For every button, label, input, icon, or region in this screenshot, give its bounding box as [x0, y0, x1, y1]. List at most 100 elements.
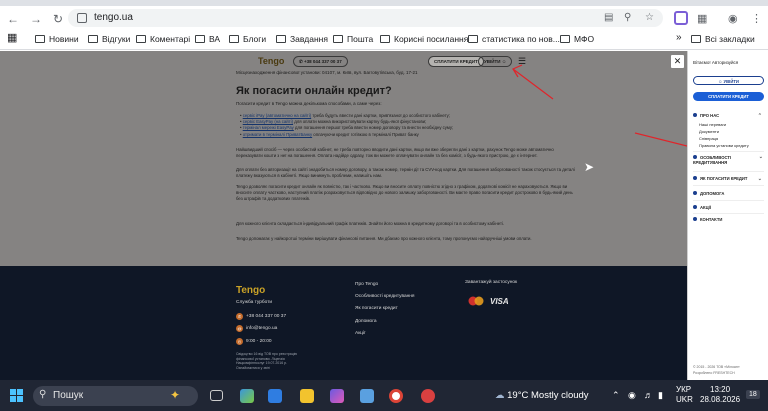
panel-pay-button[interactable]: СПЛАТИТИ КРЕДИТ: [693, 92, 764, 101]
submenu-item[interactable]: Правила установи кредиту: [699, 143, 749, 148]
bookmark-news[interactable]: Новини: [35, 33, 79, 45]
footer-phone[interactable]: +38 044 337 00 37: [246, 314, 286, 319]
zoom-icon[interactable]: ⚲: [624, 12, 631, 23]
files-app-icon[interactable]: [300, 389, 314, 403]
divider: [693, 185, 764, 186]
app-icon[interactable]: [360, 389, 374, 403]
volume-icon[interactable]: ♬: [644, 390, 653, 400]
search-icon: ⚲: [39, 389, 47, 400]
menu-kebab-icon[interactable]: ⋮: [751, 12, 762, 26]
site-logo[interactable]: Tengo: [258, 56, 284, 66]
chevron-down-icon: ⌄: [757, 176, 762, 182]
panel-developer: Розроблено FRESHTECH: [693, 371, 735, 375]
copilot-app-icon[interactable]: [330, 389, 344, 403]
windows-taskbar: ⚲ Пошук ✦ ☁ 19°C Mostly cloudy ⌃ ◉ ♬ ▮ У…: [0, 380, 768, 411]
submenu-item[interactable]: Документи: [699, 129, 719, 134]
repay-icon: [693, 176, 697, 180]
profile-avatar-icon[interactable]: ◉: [728, 12, 738, 26]
panel-login-button[interactable]: ☺ УВІЙТИ: [693, 76, 764, 85]
notification-badge[interactable]: 18: [746, 390, 760, 399]
footer-link-features[interactable]: Особливості кредитування: [355, 294, 415, 299]
page-title: Як погасити онлайн кредит?: [236, 85, 392, 97]
bookmark-useful-links[interactable]: Корисні посилання: [380, 33, 468, 45]
bookmark-star-icon[interactable]: ☆: [645, 12, 654, 23]
chrome-app-icon[interactable]: [389, 389, 403, 403]
header-phone[interactable]: ✆ +38 044 337 00 37: [293, 56, 348, 67]
menu-contacts[interactable]: КОНТАКТИ: [693, 217, 764, 222]
task-view-icon[interactable]: [210, 390, 223, 401]
menu-repay[interactable]: ЯК ПОГАСИТИ КРЕДИТ ⌄: [693, 176, 764, 182]
way-link[interactable]: сервіс EasyPay (на сайті): [243, 119, 293, 124]
cloud-icon: ☁: [495, 390, 505, 401]
taskbar-search[interactable]: ⚲ Пошук ✦: [33, 386, 198, 406]
footer-logo[interactable]: Tengo: [236, 285, 265, 296]
menu-about[interactable]: ПРО НАС ⌃: [693, 113, 764, 119]
extension-icon[interactable]: [674, 11, 688, 25]
article-area: Tengo ✆ +38 044 337 00 37 СПЛАТИТИ КРЕДИ…: [0, 51, 687, 266]
phone-icon: ✆: [236, 313, 243, 320]
divider: [693, 200, 764, 201]
apps-title: Завантажуй застосунок: [465, 280, 518, 285]
side-menu-panel: Вітаємо! Авторизуйся ☺ УВІЙТИ СПЛАТИТИ К…: [687, 51, 768, 380]
way-link[interactable]: сервіс iPay (автоматично на сайті): [243, 113, 311, 118]
divider: [693, 171, 764, 172]
apps-grid-icon[interactable]: ▦: [7, 32, 17, 44]
footer-link-promos[interactable]: Акції: [355, 331, 365, 336]
language-indicator[interactable]: УКР UKR: [676, 385, 693, 405]
header-login-button[interactable]: УВІЙТИ ☺: [478, 56, 513, 67]
explorer-app-icon[interactable]: [268, 389, 282, 403]
extensions-puzzle-icon[interactable]: ▦: [697, 12, 707, 26]
submenu-item[interactable]: Наші переваги: [699, 122, 726, 127]
battery-icon[interactable]: ▮: [658, 390, 663, 401]
bookmark-reviews[interactable]: Відгуки: [88, 33, 130, 45]
browser-toolbar: ← → ↻ tengo.ua ▤ ⚲ ☆ ▦ ◉ ⋮: [0, 6, 768, 30]
chevron-down-icon: ⌄: [758, 154, 763, 160]
footer-link-repay[interactable]: Як погасити кредит: [355, 306, 398, 311]
paragraph: Tengo допомагає у найкоротші терміни вир…: [236, 236, 532, 241]
bookmark-blogs[interactable]: Блоги: [229, 33, 266, 45]
bookmark-va[interactable]: ВА: [195, 33, 220, 45]
visa-logo: VISA: [490, 297, 509, 306]
footer-link-help[interactable]: Допомога: [355, 319, 377, 324]
folder-icon: [560, 35, 570, 43]
folder-icon: [136, 35, 146, 43]
reload-icon[interactable]: ↻: [51, 12, 65, 26]
submenu-item[interactable]: Співпраця: [699, 136, 718, 141]
footer-link-about[interactable]: Про Tengo: [355, 282, 378, 287]
paragraph: Найшвидший спосіб — через особистий кабі…: [236, 147, 554, 158]
folder-icon: [35, 35, 45, 43]
way-link[interactable]: отримати в терміналі ПриватБанку: [243, 132, 312, 137]
menu-promos[interactable]: АКЦІЇ: [693, 205, 764, 210]
bookmark-stats[interactable]: статистика по нов...: [468, 33, 560, 45]
wifi-icon[interactable]: ◉: [628, 390, 636, 401]
close-panel-button[interactable]: ✕: [671, 55, 684, 68]
header-pay-button[interactable]: СПЛАТИТИ КРЕДИТ: [428, 56, 484, 67]
opera-app-icon[interactable]: [421, 389, 435, 403]
bookmark-comments[interactable]: Коментарі: [136, 33, 190, 45]
bookmark-tasks[interactable]: Завдання: [276, 33, 328, 45]
bookmark-mail[interactable]: Пошта: [333, 33, 373, 45]
widgets-app-icon[interactable]: [240, 389, 254, 403]
panel-copyright: © 2015 - 2026 ТОВ «Мілоан»: [693, 365, 740, 369]
address-bar[interactable]: tengo.ua ▤ ⚲ ☆: [68, 9, 663, 27]
weather-widget[interactable]: ☁ 19°C Mostly cloudy: [495, 390, 589, 401]
all-bookmarks[interactable]: Всі закладки: [691, 33, 755, 45]
menu-help[interactable]: ДОПОМОГА: [693, 191, 764, 196]
footer-email[interactable]: info@tengo.ua: [246, 326, 277, 331]
windows-start-icon[interactable]: [10, 389, 23, 402]
intro-text: Погасити кредит в Tengo можна декількома…: [236, 101, 382, 106]
forward-arrow-icon[interactable]: →: [29, 12, 43, 26]
more-bookmarks-chevron[interactable]: »: [676, 32, 682, 44]
translate-icon[interactable]: ▤: [604, 12, 613, 23]
help-icon: [693, 191, 697, 195]
bookmark-mfo[interactable]: МФО: [560, 33, 594, 45]
url-text[interactable]: tengo.ua: [94, 12, 133, 23]
hamburger-menu-icon[interactable]: ☰: [518, 56, 526, 67]
site-info-icon[interactable]: [77, 13, 87, 23]
way-link[interactable]: термінал мережі EasyPay: [243, 125, 294, 130]
taskbar-clock[interactable]: 13:20 28.08.2026: [700, 385, 740, 405]
mouse-cursor-icon: ➤: [584, 160, 595, 174]
tray-chevron-icon[interactable]: ⌃: [612, 390, 620, 401]
back-arrow-icon[interactable]: ←: [6, 12, 20, 26]
menu-features[interactable]: ОСОБЛИВОСТІ КРЕДИТУВАННЯ ⌄: [693, 155, 763, 165]
